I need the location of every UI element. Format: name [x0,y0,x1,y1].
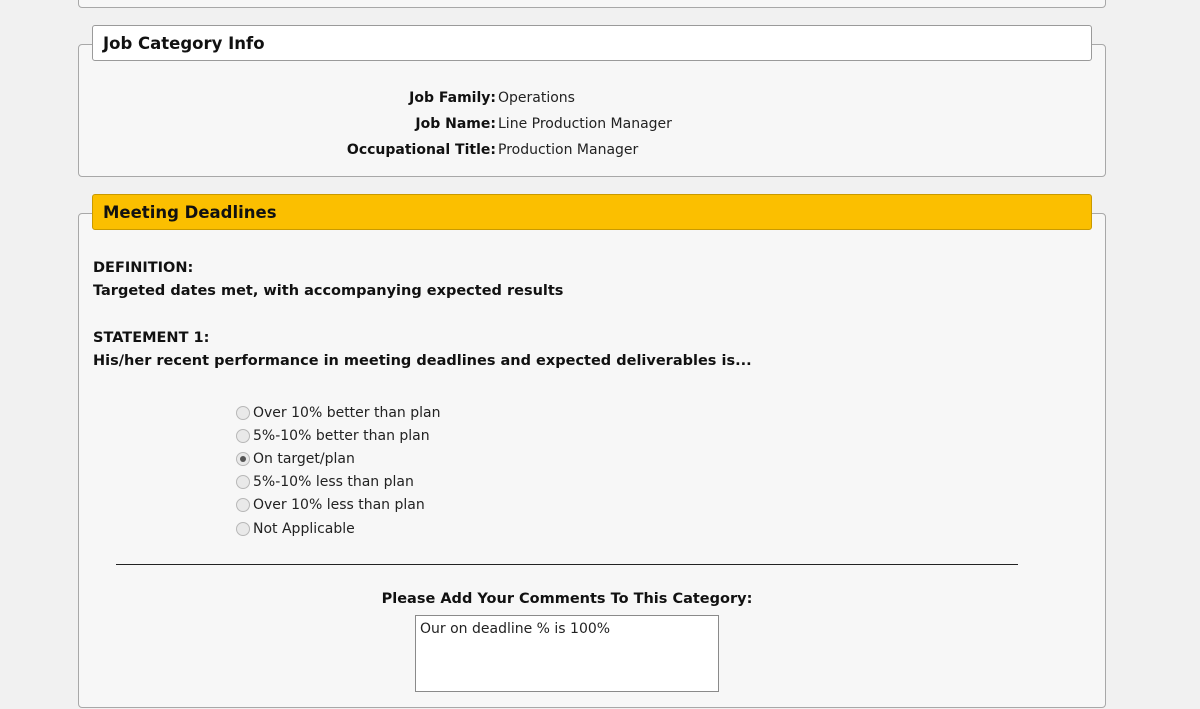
option-label: Over 10% less than plan [253,497,425,514]
job-category-header: Job Category Info [92,25,1092,61]
radio-button[interactable] [236,428,250,443]
performance-radio-group: Over 10% better than plan 5%-10% better … [236,401,536,540]
option-label: 5%-10% less than plan [253,474,414,491]
option-5-10-less[interactable]: 5%-10% less than plan [236,471,536,494]
previous-section-panel [78,0,1106,8]
section-divider [116,564,1018,565]
option-not-applicable[interactable]: Not Applicable [236,517,536,540]
job-name-row: Job Name: Line Production Manager [80,114,1080,134]
occupational-title-value: Production Manager [498,142,639,158]
job-family-label: Job Family: [409,90,496,106]
option-label: On target/plan [253,450,355,467]
job-name-label: Job Name: [415,116,496,132]
radio-button[interactable] [236,498,250,513]
statement-text: His/her recent performance in meeting de… [93,353,752,369]
comments-textarea[interactable]: Our on deadline % is 100% [415,615,719,692]
option-label: Not Applicable [253,520,355,537]
statement-block: STATEMENT 1: His/her recent performance … [93,327,752,373]
option-label: Over 10% better than plan [253,404,441,421]
meeting-deadlines-title: Meeting Deadlines [103,203,277,222]
radio-button[interactable] [236,475,250,490]
job-name-value: Line Production Manager [498,116,672,132]
review-form-page: Job Category Info Job Family: Operations… [0,0,1200,709]
comments-label: Please Add Your Comments To This Categor… [381,591,753,607]
radio-button[interactable] [236,451,250,466]
option-5-10-better[interactable]: 5%-10% better than plan [236,424,536,447]
option-on-target[interactable]: On target/plan [236,447,536,470]
radio-button[interactable] [236,521,250,536]
radio-button[interactable] [236,405,250,420]
option-over-10-better[interactable]: Over 10% better than plan [236,401,536,424]
occupational-title-row: Occupational Title: Production Manager [80,140,1080,160]
definition-text: Targeted dates met, with accompanying ex… [93,283,564,299]
statement-heading: STATEMENT 1: [93,330,210,346]
occupational-title-label: Occupational Title: [346,142,496,158]
option-label: 5%-10% better than plan [253,427,430,444]
job-family-value: Operations [498,90,575,106]
meeting-deadlines-header: Meeting Deadlines [92,194,1092,230]
definition-block: DEFINITION: Targeted dates met, with acc… [93,257,563,303]
definition-heading: DEFINITION: [93,260,194,276]
job-family-row: Job Family: Operations [80,88,1080,108]
job-category-title: Job Category Info [103,34,265,53]
option-over-10-less[interactable]: Over 10% less than plan [236,494,536,517]
